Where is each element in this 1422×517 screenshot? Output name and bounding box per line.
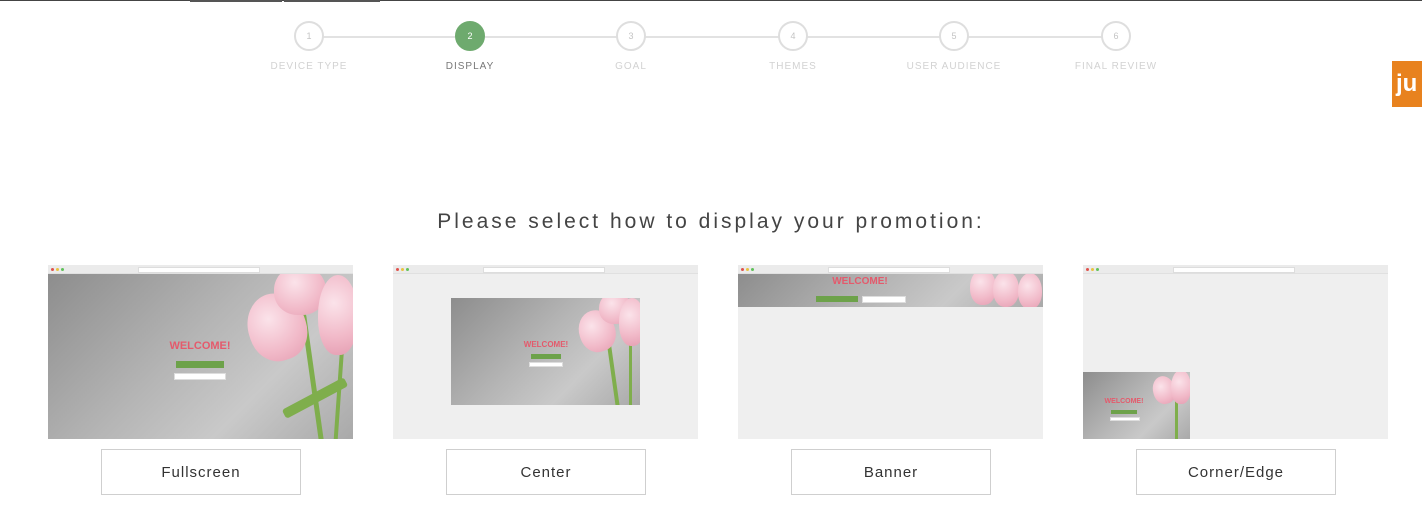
step-label: FINAL REVIEW [1074,61,1158,72]
option-fullscreen[interactable]: WELCOME! Fullscreen [48,265,353,495]
cta-green-mock [531,354,561,359]
window-dot [746,268,749,271]
window-dot [61,268,64,271]
cta-white-mock [862,296,906,303]
browser-chrome-bar [393,265,698,274]
cta-green-mock [816,296,858,302]
step-user-audience[interactable]: 5 USER AUDIENCE [884,21,1024,72]
tulip-flower [1171,372,1190,404]
welcome-text: WELCOME! [832,276,888,287]
step-label: DEVICE TYPE [270,61,348,72]
fullscreen-preview-image[interactable]: WELCOME! [48,265,353,439]
url-bar [1173,267,1295,273]
fullscreen-button[interactable]: Fullscreen [101,449,301,495]
step-number-circle: 3 [616,21,646,51]
option-center[interactable]: WELCOME! Center [393,265,698,495]
progress-stepper: 1 DEVICE TYPE 2 DISPLAY 3 GOAL 4 THEMES … [0,0,1422,90]
cta-green-mock [1111,410,1137,414]
window-dot [51,268,54,271]
window-dot [1096,268,1099,271]
browser-chrome-bar [738,265,1043,274]
window-dot [396,268,399,271]
option-corner-edge[interactable]: WELCOME! Corner/Edge [1083,265,1388,495]
step-themes[interactable]: 4 THEMES [723,21,863,72]
step-number-circle: 2 [455,21,485,51]
step-number-circle: 4 [778,21,808,51]
corner-edge-preview-image[interactable]: WELCOME! [1083,265,1388,439]
window-dot [406,268,409,271]
url-bar [138,267,260,273]
tulip-flower [993,273,1019,307]
step-label: USER AUDIENCE [906,61,1002,72]
window-dot [1086,268,1089,271]
corner-edge-button[interactable]: Corner/Edge [1136,449,1336,495]
step-label: GOAL [615,61,647,72]
banner-button[interactable]: Banner [791,449,991,495]
step-number-circle: 1 [294,21,324,51]
center-button[interactable]: Center [446,449,646,495]
window-dot [751,268,754,271]
window-dot [741,268,744,271]
step-label: DISPLAY [445,61,495,72]
side-chat-tab[interactable]: ju [1392,61,1422,107]
page-prompt: Please select how to display your promot… [437,210,985,233]
browser-chrome-bar [48,265,353,274]
cta-green-mock [176,361,224,368]
tulip-flower [1018,273,1042,307]
tulip-flower [318,275,353,355]
welcome-text: WELCOME! [1104,398,1144,405]
tulip-flower [619,298,640,346]
cta-white-mock [529,362,563,367]
step-number-circle: 5 [939,21,969,51]
banner-preview-image[interactable]: WELCOME! [738,265,1043,439]
window-dot [401,268,404,271]
step-number-circle: 6 [1101,21,1131,51]
step-display[interactable]: 2 DISPLAY [400,21,540,72]
cta-white-mock [1110,417,1140,421]
step-goal[interactable]: 3 GOAL [561,21,701,72]
promo-mockup: WELCOME! [1083,372,1190,439]
window-dot [56,268,59,271]
center-preview-image[interactable]: WELCOME! [393,265,698,439]
url-bar [483,267,605,273]
option-banner[interactable]: WELCOME! Banner [738,265,1043,495]
browser-chrome-bar [1083,265,1388,274]
url-bar [828,267,950,273]
cta-white-mock [174,373,226,380]
window-dot [1091,268,1094,271]
step-device-type[interactable]: 1 DEVICE TYPE [239,21,379,72]
promo-mockup: WELCOME! [48,273,353,439]
promo-mockup: WELCOME! [451,298,640,405]
welcome-text: WELCOME! [169,340,231,352]
step-label: THEMES [769,61,817,72]
welcome-text: WELCOME! [523,340,569,349]
promo-mockup: WELCOME! [738,273,1043,307]
step-final-review[interactable]: 6 FINAL REVIEW [1046,21,1186,72]
